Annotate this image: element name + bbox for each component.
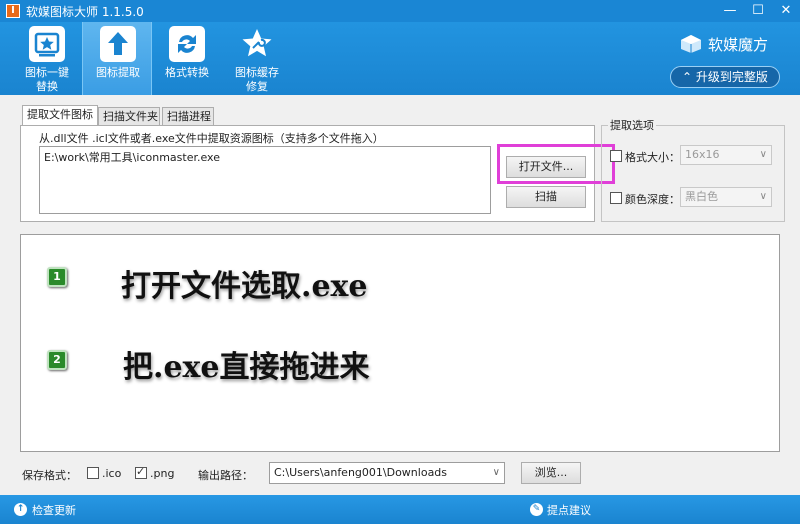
chevron-down-icon: ∨ (492, 467, 500, 478)
star-wrench-icon (239, 26, 275, 62)
format-size-value: 16x16 (685, 148, 720, 161)
toolbar-label: 修复 (246, 80, 268, 93)
tab-extract-file-icons[interactable]: 提取文件图标 (22, 105, 98, 126)
png-label: .png (150, 467, 175, 480)
toolbar-label: 图标缓存 (235, 66, 279, 79)
step-badge: 2 (47, 350, 67, 370)
tab-scan-process[interactable]: 扫描进程 (162, 107, 214, 126)
icon-display-area[interactable]: 1 打开文件选取.exe 2 把.exe直接拖进来 (20, 234, 780, 452)
open-file-button[interactable]: 打开文件... (506, 156, 586, 178)
toolbar-extract-icon[interactable]: 图标提取 (82, 22, 152, 95)
brand-name: 软媒魔方 (708, 36, 769, 54)
toolbar-replace-icon[interactable]: 图标一键 替换 (12, 22, 82, 95)
status-bar: ↑ 检查更新 ✎ 提点建议 (0, 495, 800, 524)
upgrade-label: 升级到完整版 (695, 70, 768, 84)
window-title: 软媒图标大师 1.1.5.0 (26, 5, 144, 19)
double-chevron-up-icon: ⌃ (682, 70, 696, 84)
color-depth-label: 颜色深度： (625, 193, 680, 206)
toolbar-label: 格式转换 (165, 66, 209, 79)
list-item[interactable]: E:\work\常用工具\iconmaster.exe (44, 149, 486, 165)
suggestion-link[interactable]: 提点建议 (547, 502, 591, 518)
ico-label: .ico (102, 467, 122, 480)
maximize-button[interactable]: ☐ (744, 0, 772, 22)
check-update-link[interactable]: 检查更新 (32, 502, 76, 518)
browse-button[interactable]: 浏览... (521, 462, 581, 484)
refresh-icon (169, 26, 205, 62)
minimize-button[interactable]: — (716, 0, 744, 22)
step-instruction: 把.exe直接拖进来 (123, 350, 370, 385)
upgrade-button[interactable]: ⌃ 升级到完整版 (670, 66, 780, 88)
toolbar-label: 图标一键 (25, 66, 69, 79)
format-size-label: 格式大小： (625, 151, 680, 164)
output-path-value: C:\Users\anfeng001\Downloads (274, 466, 448, 479)
update-arrow-icon: ↑ (14, 503, 27, 516)
save-format-label: 保存格式： (22, 469, 77, 482)
chevron-down-icon: ∨ (759, 149, 767, 160)
file-list[interactable]: E:\work\常用工具\iconmaster.exe (39, 146, 491, 214)
output-path-combobox[interactable]: C:\Users\anfeng001\Downloads ∨ (269, 462, 505, 484)
main-toolbar: 图标一键 替换 图标提取 格式转换 图标缓存 修复 软媒魔方 ⌃ 升级到完整版 (0, 22, 800, 95)
color-depth-value: 黑白色 (685, 190, 718, 203)
output-path-label: 输出路径： (198, 469, 253, 482)
toolbar-label: 图标提取 (96, 66, 140, 79)
cube-logo-icon (681, 35, 701, 53)
format-size-checkbox[interactable] (610, 150, 622, 162)
toolbar-convert-format[interactable]: 格式转换 (152, 22, 222, 95)
step-instruction: 打开文件选取.exe (121, 269, 368, 304)
feedback-icon: ✎ (530, 503, 543, 516)
step-badge: 1 (47, 267, 67, 287)
color-depth-checkbox[interactable] (610, 192, 622, 204)
scan-button[interactable]: 扫描 (506, 186, 586, 208)
options-title: 提取选项 (608, 117, 656, 133)
extract-panel: 从.dll文件 .icl文件或者.exe文件中提取资源图标（支持多个文件拖入） … (20, 125, 615, 222)
main-panel: 提取文件图标 扫描文件夹 扫描进程 从.dll文件 .icl文件或者.exe文件… (0, 95, 800, 495)
ico-checkbox[interactable] (87, 467, 99, 479)
upload-arrow-icon (100, 26, 136, 62)
chevron-down-icon: ∨ (759, 191, 767, 202)
tab-scan-folder[interactable]: 扫描文件夹 (98, 107, 160, 126)
extract-options-group: 提取选项 格式大小： 16x16 ∨ 颜色深度： 黑白色 ∨ (601, 117, 785, 222)
brand: 软媒魔方 (680, 30, 780, 60)
png-checkbox[interactable] (135, 465, 147, 479)
title-bar: I 软媒图标大师 1.1.5.0 — ☐ ✕ (0, 0, 800, 22)
extract-hint: 从.dll文件 .icl文件或者.exe文件中提取资源图标（支持多个文件拖入） (39, 132, 384, 145)
toolbar-cache-repair[interactable]: 图标缓存 修复 (222, 22, 292, 95)
toolbar-label: 替换 (36, 80, 58, 93)
star-frame-icon (29, 26, 65, 62)
format-size-select[interactable]: 16x16 ∨ (680, 145, 772, 165)
app-logo-icon: I (6, 4, 20, 18)
color-depth-select[interactable]: 黑白色 ∨ (680, 187, 772, 207)
close-button[interactable]: ✕ (772, 0, 800, 22)
